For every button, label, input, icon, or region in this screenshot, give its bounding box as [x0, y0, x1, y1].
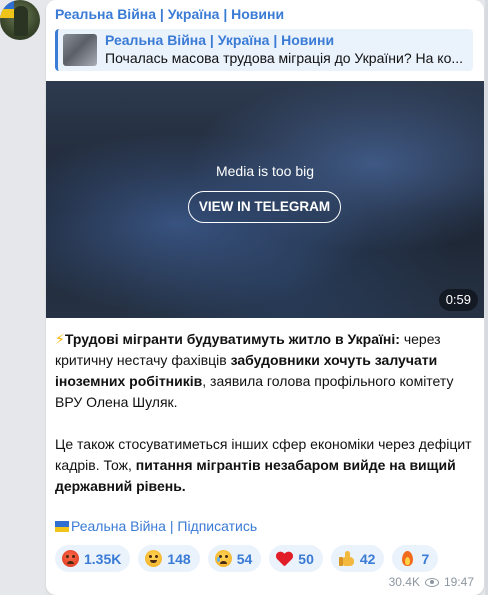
- message-bubble: Реальна Війна | Україна | Новини Реальна…: [46, 0, 484, 595]
- paragraph-2: Це також стосуватиметься інших сфер екон…: [55, 434, 477, 497]
- forwarded-preview[interactable]: Реальна Війна | Україна | Новини Почалас…: [55, 29, 473, 71]
- view-in-telegram-button[interactable]: VIEW IN TELEGRAM: [188, 191, 341, 223]
- reaction-count: 42: [359, 550, 376, 567]
- reaction-thumbs-up[interactable]: 42: [330, 545, 385, 572]
- video-preview[interactable]: Media is too big VIEW IN TELEGRAM 0:59: [46, 81, 484, 318]
- message-text: ⚡Трудові мігранти будуватимуть житло в У…: [55, 329, 477, 497]
- reactions-bar: 1.35K 148 54 50 42 7: [55, 545, 439, 572]
- avatar-flag-yellow: [0, 9, 14, 18]
- angry-face-icon: [62, 550, 79, 567]
- reaction-grin[interactable]: 148: [138, 545, 200, 572]
- subscribe-link[interactable]: Підписатись: [177, 518, 257, 534]
- avatar-flag-blue: [0, 0, 14, 9]
- ukraine-flag-icon: [55, 521, 69, 532]
- message-meta: 30.4K 19:47: [389, 575, 474, 589]
- forwarded-title: Реальна Війна | Україна | Новини: [105, 32, 335, 48]
- red-heart-icon: [276, 550, 293, 567]
- view-count: 30.4K: [388, 575, 420, 589]
- forwarded-text: Почалась масова трудова міграція до Укра…: [105, 50, 464, 66]
- video-duration: 0:59: [438, 289, 478, 311]
- signature-separator: |: [165, 518, 178, 534]
- reaction-count: 54: [236, 550, 253, 567]
- grinning-face-icon: [145, 550, 163, 567]
- reaction-count: 148: [167, 550, 191, 567]
- forwarded-thumbnail: [63, 34, 97, 66]
- reaction-angry[interactable]: 1.35K: [55, 545, 131, 572]
- reaction-count: 50: [298, 550, 314, 567]
- lightning-icon: ⚡: [55, 331, 65, 347]
- fire-icon: [399, 550, 416, 567]
- channel-name[interactable]: Реальна Війна | Україна | Новини: [55, 6, 284, 23]
- views-eye-icon: [424, 577, 439, 587]
- media-too-big-label: Media is too big: [215, 163, 315, 179]
- reaction-cry[interactable]: 54: [207, 545, 262, 572]
- reaction-count: 1.35K: [84, 550, 122, 567]
- reaction-heart[interactable]: 50: [269, 545, 323, 572]
- avatar-figure: [14, 6, 28, 36]
- paragraph-1: ⚡Трудові мігранти будуватимуть житло в У…: [55, 329, 477, 413]
- channel-avatar[interactable]: [0, 0, 40, 40]
- reaction-fire[interactable]: 7: [392, 545, 439, 572]
- message-time: 19:47: [443, 575, 474, 589]
- bold-headline: Трудові мігранти будуватимуть житло в Ук…: [64, 331, 400, 347]
- channel-signature: Реальна Війна | Підписатись: [55, 518, 257, 535]
- thumbs-up-icon: [338, 550, 355, 567]
- reaction-count: 7: [421, 550, 430, 567]
- signature-channel-link[interactable]: Реальна Війна: [71, 518, 166, 534]
- crying-face-icon: [214, 550, 232, 567]
